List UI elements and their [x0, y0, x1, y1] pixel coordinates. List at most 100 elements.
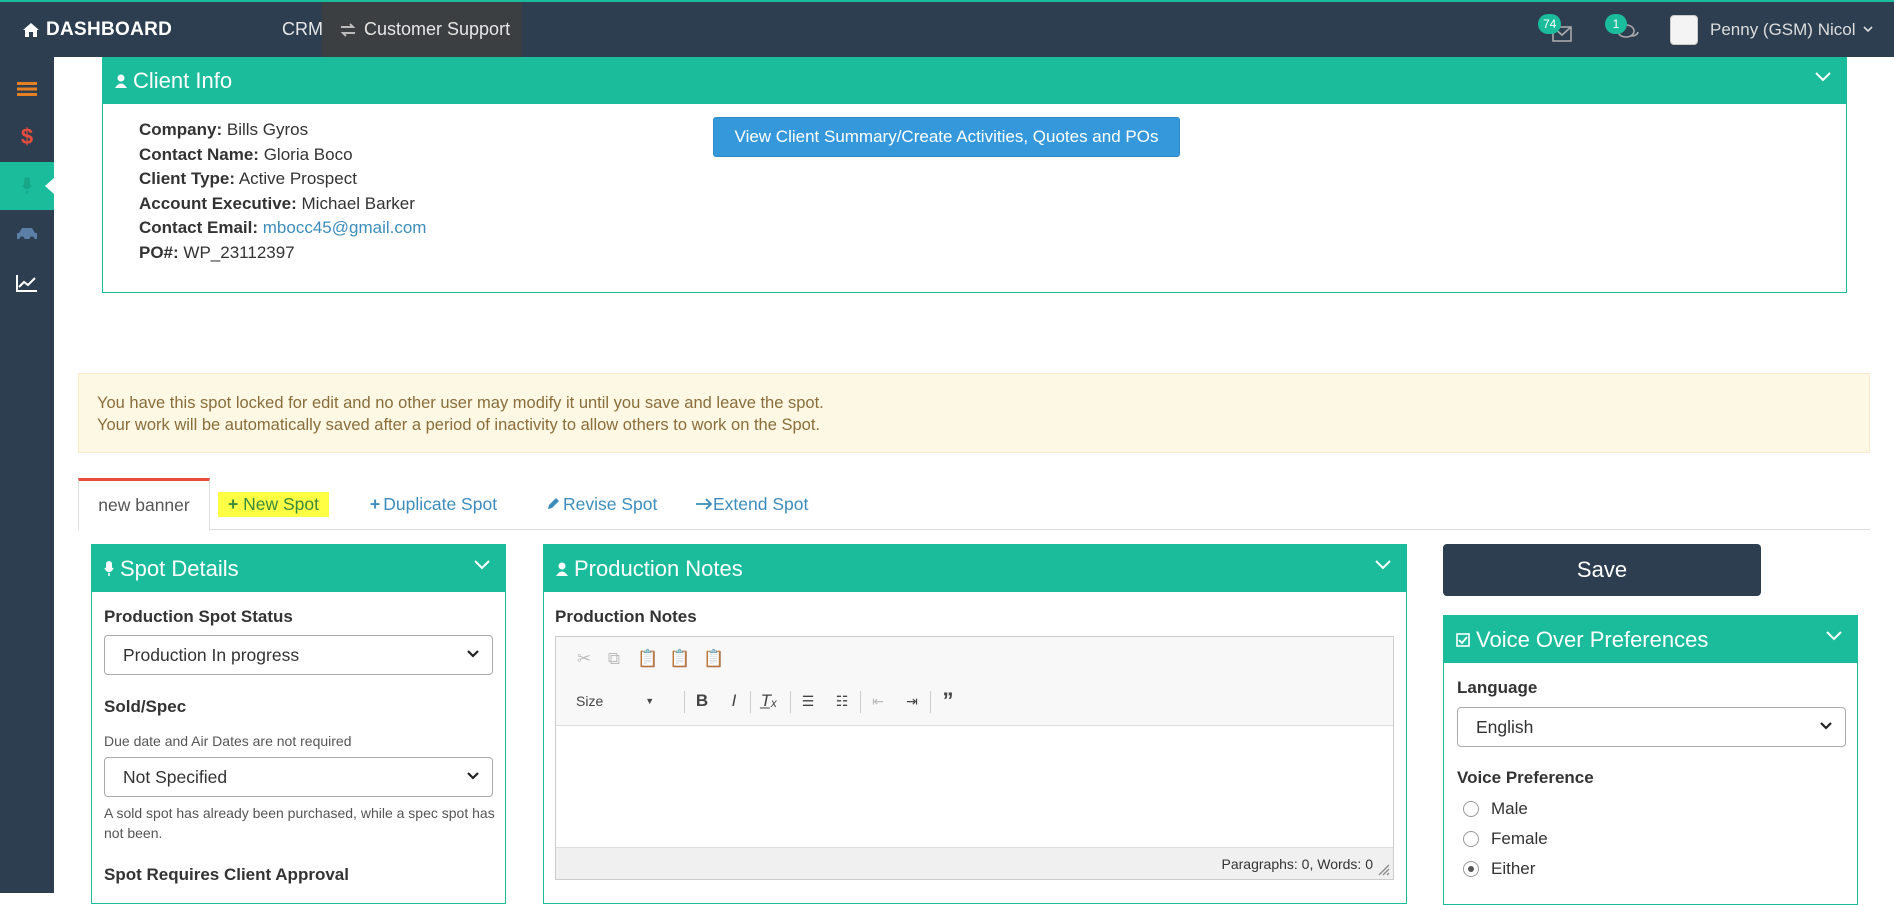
spot-details-title: Spot Details: [120, 555, 239, 581]
language-value: English: [1476, 716, 1534, 737]
toolbar-divider: [790, 691, 791, 713]
nav-customer-support[interactable]: Customer Support: [322, 2, 522, 57]
tab-duplicate-spot-label: Duplicate Spot: [383, 493, 498, 514]
pencil-icon: [548, 498, 559, 509]
tab-duplicate-spot[interactable]: + Duplicate Spot: [370, 478, 497, 530]
chevron-down-icon[interactable]: [1814, 71, 1832, 83]
microphone-icon: [22, 177, 32, 194]
user-menu[interactable]: Penny (GSM) Nicol: [1670, 2, 1874, 57]
notes-editor: ✂ ⧉ 📋 📋 📋 Size ▼ B I T̲ₓ ☰ ☷ ⇤ ⇥ ” Parag…: [555, 636, 1394, 880]
po-row: PO#: WP_23112397: [139, 241, 426, 266]
radio-male[interactable]: [1463, 801, 1479, 817]
account-exec-row: Account Executive: Michael Barker: [139, 192, 426, 217]
notes-editor-area[interactable]: [556, 726, 1393, 847]
toolbar-divider: [860, 691, 861, 713]
chevron-down-icon[interactable]: [1825, 630, 1843, 642]
sidebar-item-list[interactable]: [0, 65, 54, 113]
contact-value: Gloria Boco: [263, 144, 353, 164]
outdent-icon[interactable]: ⇤: [866, 689, 890, 713]
nav-customer-support-label: Customer Support: [364, 19, 511, 39]
client-type-label: Client Type:: [139, 169, 236, 188]
remove-format-icon[interactable]: T̲ₓ: [756, 689, 782, 713]
sold-spec-note: A sold spot has already been purchased, …: [104, 805, 495, 841]
spot-details-panel: Spot Details: [91, 544, 506, 904]
voice-option-female[interactable]: Female: [1463, 829, 1548, 849]
production-notes-label: Production Notes: [555, 607, 697, 626]
alert-line-1: You have this spot locked for edit and n…: [97, 394, 824, 412]
radio-either[interactable]: [1463, 861, 1479, 877]
nav-crm[interactable]: CRM: [282, 2, 323, 57]
sold-spec-help: Due date and Air Dates are not required: [104, 733, 352, 749]
contact-email-link[interactable]: mbocc45@gmail.com: [263, 218, 427, 237]
client-type-value: Active Prospect: [238, 169, 357, 188]
voice-over-header[interactable]: Voice Over Preferences: [1444, 616, 1857, 663]
size-label: Size: [576, 693, 604, 709]
messages-badge: 74: [1538, 14, 1562, 34]
sidebar-item-vehicles[interactable]: [0, 210, 54, 258]
company-row: Company: Bills Gyros: [139, 118, 426, 143]
sidebar-item-reports[interactable]: [0, 259, 54, 307]
car-icon: [17, 228, 37, 242]
contact-label: Contact Name:: [139, 144, 259, 164]
chat-button[interactable]: 1: [1605, 14, 1641, 48]
client-info-panel: Client Info Company: Bills Gyros Contact…: [102, 57, 1847, 293]
spot-details-header[interactable]: Spot Details: [92, 545, 505, 592]
voice-option-either[interactable]: Either: [1463, 859, 1535, 879]
production-notes-title: Production Notes: [574, 555, 743, 581]
tab-new-banner[interactable]: new banner: [78, 478, 210, 531]
client-info-header[interactable]: Client Info: [103, 57, 1846, 104]
company-label: Company:: [139, 120, 223, 139]
indent-icon[interactable]: ⇥: [900, 689, 924, 713]
tab-extend-spot[interactable]: Extend Spot: [695, 478, 808, 530]
user-icon: [556, 562, 568, 576]
production-status-select[interactable]: Production In progress: [104, 635, 493, 675]
resize-handle-icon[interactable]: [1378, 864, 1390, 876]
messages-button[interactable]: 74: [1538, 14, 1574, 48]
plus-icon: +: [228, 493, 239, 514]
bulleted-list-icon[interactable]: ☷: [830, 689, 854, 713]
new-spot-highlight: + New Spot: [218, 491, 329, 517]
chevron-down-icon[interactable]: [1374, 559, 1392, 571]
user-name: Penny (GSM) Nicol: [1710, 19, 1856, 39]
paste-text-icon[interactable]: 📋: [668, 647, 692, 671]
sidebar-item-production[interactable]: [0, 162, 54, 210]
italic-icon[interactable]: I: [722, 689, 746, 713]
voice-over-title: Voice Over Preferences: [1476, 626, 1709, 652]
company-value: Bills Gyros: [226, 120, 309, 139]
chevron-down-icon[interactable]: [473, 559, 491, 571]
numbered-list-icon[interactable]: ☰: [796, 689, 820, 713]
spot-tabs: new banner + New Spot + Duplicate Spot R…: [78, 478, 1870, 531]
alert-line-2: Your work will be automatically saved af…: [97, 416, 821, 434]
voice-option-male[interactable]: Male: [1463, 799, 1528, 819]
tab-new-spot[interactable]: + New Spot: [218, 478, 329, 530]
size-dropdown[interactable]: Size ▼: [576, 689, 676, 713]
production-notes-header[interactable]: Production Notes: [544, 545, 1406, 592]
account-exec-value: Michael Barker: [301, 193, 415, 213]
dashboard-link[interactable]: DASHBOARD: [22, 2, 172, 57]
copy-icon[interactable]: ⧉: [602, 647, 626, 671]
radio-female[interactable]: [1463, 831, 1479, 847]
po-value: WP_23112397: [183, 242, 295, 262]
po-label: PO#:: [139, 242, 179, 262]
sidebar-item-billing[interactable]: $: [0, 113, 54, 161]
paste-word-icon[interactable]: 📋: [702, 647, 726, 671]
language-select[interactable]: English: [1457, 707, 1846, 747]
editor-status-bar: Paragraphs: 0, Words: 0: [556, 847, 1393, 879]
exchange-icon: [340, 22, 356, 37]
chevron-down-icon: [467, 650, 479, 658]
client-info-details: Company: Bills Gyros Contact Name: Glori…: [139, 118, 426, 265]
contact-row: Contact Name: Gloria Boco: [139, 143, 426, 168]
save-button[interactable]: Save: [1443, 544, 1761, 596]
blockquote-icon[interactable]: ”: [936, 688, 960, 713]
paste-icon[interactable]: 📋: [636, 647, 660, 671]
sold-spec-select[interactable]: Not Specified: [104, 757, 493, 797]
cut-icon[interactable]: ✂: [572, 647, 596, 671]
voice-option-label: Male: [1491, 799, 1528, 818]
tab-revise-spot[interactable]: Revise Spot: [546, 478, 657, 530]
avatar: [1670, 14, 1698, 45]
toolbar-divider: [750, 691, 751, 713]
client-summary-button[interactable]: View Client Summary/Create Activities, Q…: [713, 117, 1180, 157]
voice-option-label: Female: [1491, 829, 1548, 848]
bold-icon[interactable]: B: [690, 689, 714, 713]
client-type-row: Client Type: Active Prospect: [139, 167, 426, 192]
